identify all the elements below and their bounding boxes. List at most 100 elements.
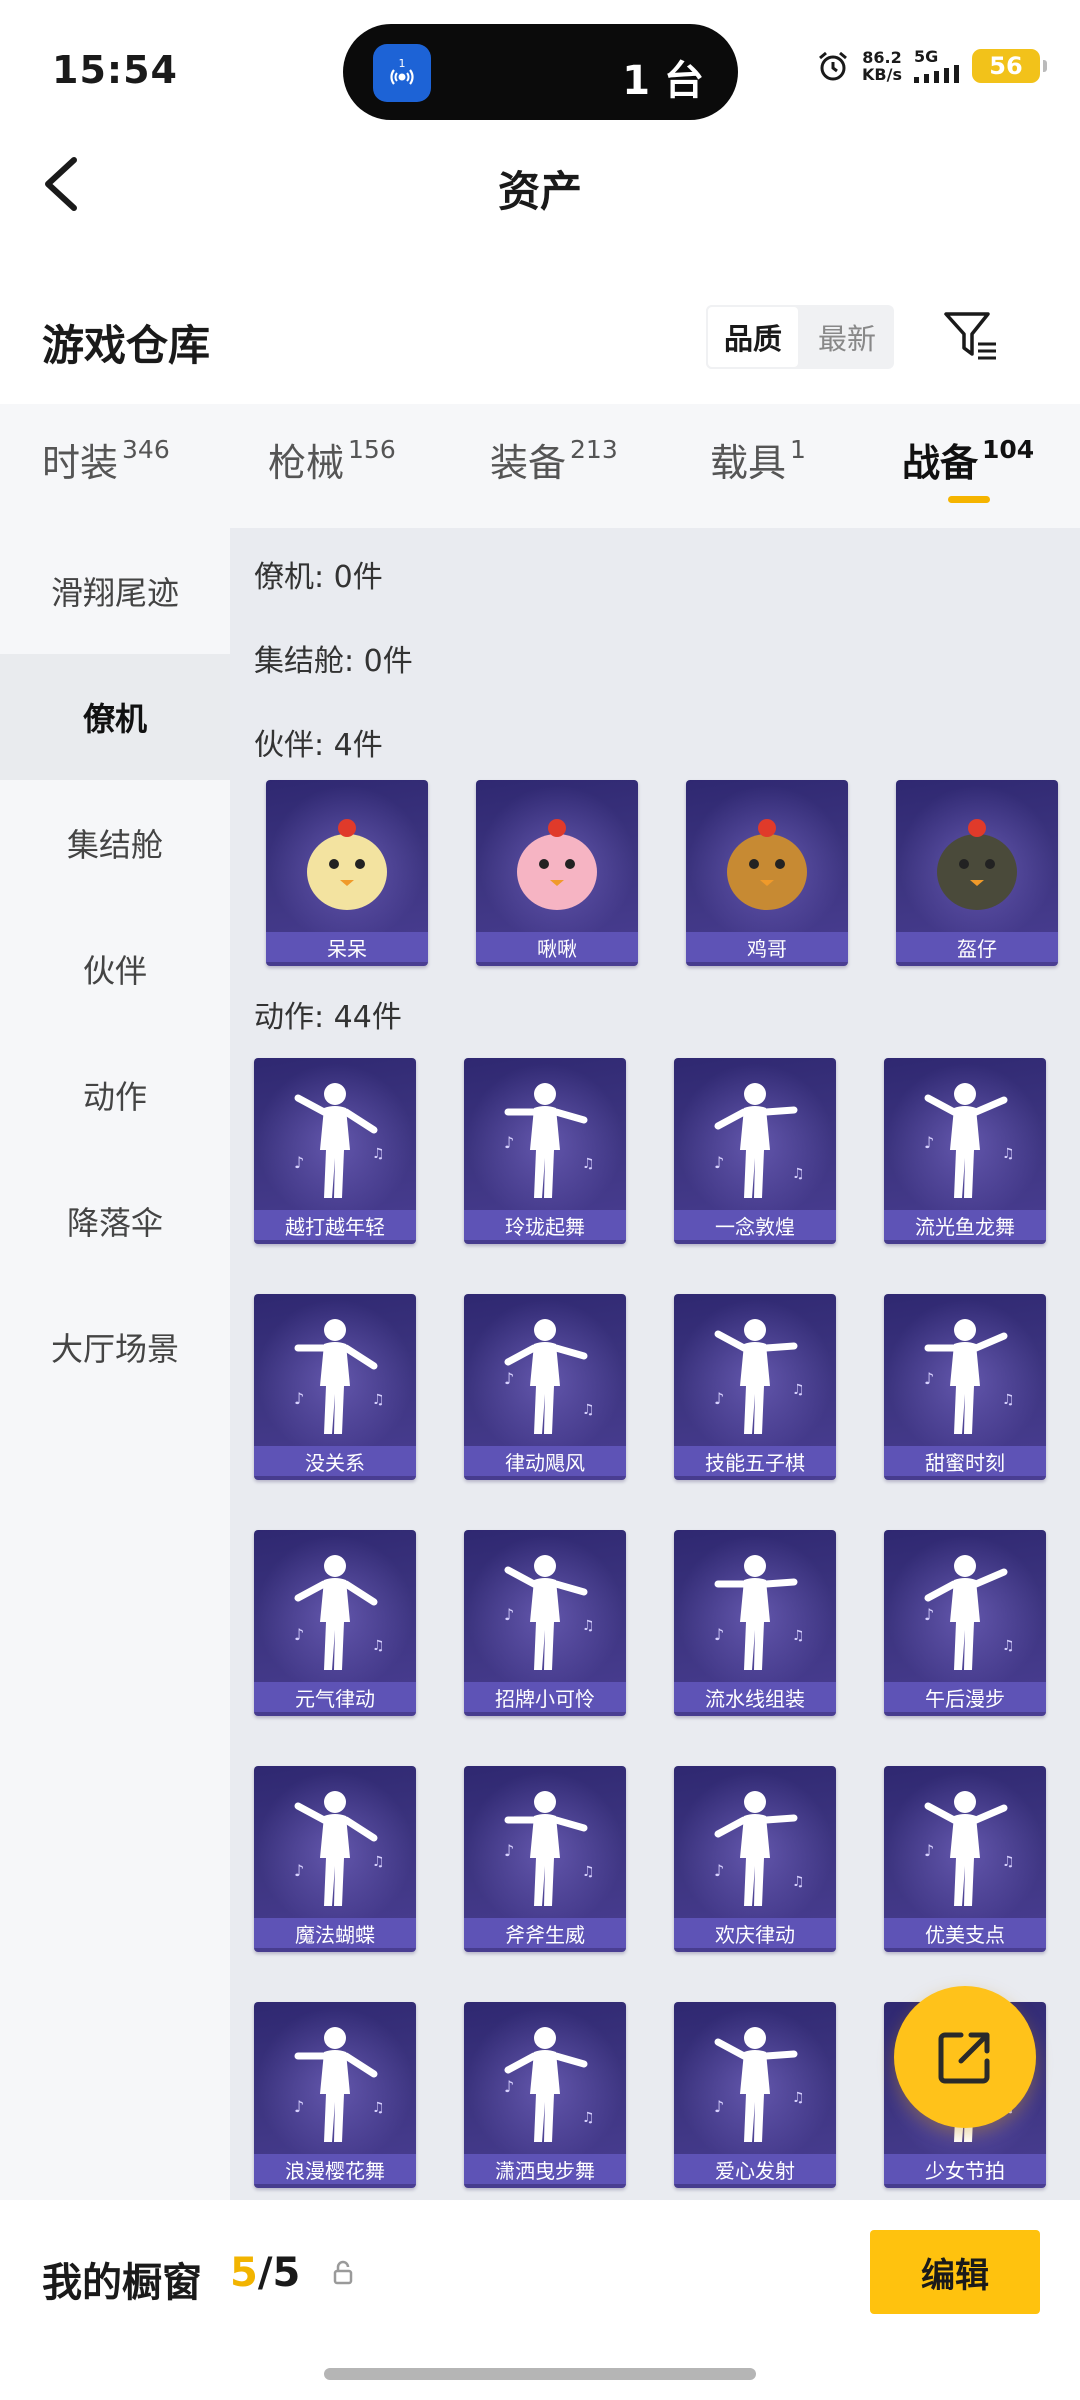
tab-count: 213 <box>570 435 618 464</box>
emote-name: 斧斧生威 <box>464 1918 626 1948</box>
dynamic-island[interactable]: 1 1 台 <box>343 24 738 120</box>
partner-card[interactable]: 鸡哥 <box>686 780 848 966</box>
svg-text:♫: ♫ <box>372 1146 385 1162</box>
section-wingman-count: 僚机: 0件 <box>254 560 383 595</box>
svg-text:♪: ♪ <box>294 1625 304 1644</box>
sidebar-item-glide-trail[interactable]: 滑翔尾迹 <box>0 528 230 654</box>
partner-card[interactable]: 啾啾 <box>476 780 638 966</box>
sidebar-item-wingman[interactable]: 僚机 <box>0 654 230 780</box>
partner-art-icon <box>937 819 1017 910</box>
dancer-silhouette-icon: ♪♫ <box>294 1319 385 1434</box>
emote-card[interactable]: ♪ ♫ 越打越年轻 <box>254 1058 416 1244</box>
emote-card[interactable]: ♪ ♫ 爱心发射 <box>674 2002 836 2188</box>
dancer-silhouette-icon: ♪♫ <box>504 2027 595 2142</box>
svg-text:♪: ♪ <box>294 1389 304 1408</box>
svg-text:♪: ♪ <box>714 2097 724 2116</box>
emote-name: 流光鱼龙舞 <box>884 1210 1046 1240</box>
showcase-separator: / <box>257 2250 273 2296</box>
dancer-silhouette-icon: ♪♫ <box>714 2027 805 2142</box>
home-indicator[interactable] <box>324 2368 756 2380</box>
svg-text:♫: ♫ <box>1002 1854 1015 1870</box>
sidebar-item-rally-pod[interactable]: 集结舱 <box>0 780 230 906</box>
sidebar-item-parachute[interactable]: 降落伞 <box>0 1158 230 1284</box>
emote-card[interactable]: ♪ ♫ 元气律动 <box>254 1530 416 1716</box>
sidebar-item-emote[interactable]: 动作 <box>0 1032 230 1158</box>
emote-name: 魔法蝴蝶 <box>254 1918 416 1948</box>
emote-name: 元气律动 <box>254 1682 416 1712</box>
tab-label: 装备 <box>490 441 567 485</box>
dancer-silhouette-icon: ♪♫ <box>924 1791 1015 1906</box>
svg-text:♫: ♫ <box>582 1864 595 1880</box>
tab-equipment[interactable]: 装备 213 <box>490 432 618 487</box>
status-indicators: 86.2 KB/s 5G 56 <box>816 47 1047 83</box>
svg-text:♫: ♫ <box>372 2100 385 2116</box>
sort-quality-button[interactable]: 品质 <box>706 305 800 369</box>
section-rally-pod-count: 集结舱: 0件 <box>254 644 413 679</box>
emote-card[interactable]: ♪ ♫ 流光鱼龙舞 <box>884 1058 1046 1244</box>
svg-text:♪: ♪ <box>714 1153 724 1172</box>
emote-card[interactable]: ♪ ♫ 玲珑起舞 <box>464 1058 626 1244</box>
partner-name: 鸡哥 <box>686 932 848 962</box>
svg-text:♫: ♫ <box>372 1392 385 1408</box>
emote-card[interactable]: ♪ ♫ 欢庆律动 <box>674 1766 836 1952</box>
lock-icon <box>333 2260 353 2285</box>
dancer-silhouette-icon: ♪♫ <box>924 1083 1015 1198</box>
svg-text:♪: ♪ <box>714 1389 724 1408</box>
emote-card[interactable]: ♪ ♫ 没关系 <box>254 1294 416 1480</box>
net-speed-value: 86.2 <box>862 47 902 67</box>
showcase-current: 5 <box>230 2250 258 2296</box>
tab-count: 156 <box>348 435 396 464</box>
svg-text:♫: ♫ <box>792 1382 805 1398</box>
tab-guns[interactable]: 枪械 156 <box>268 432 396 487</box>
sort-newest-button[interactable]: 最新 <box>800 305 894 369</box>
sidebar: 滑翔尾迹 僚机 集结舱 伙伴 动作 降落伞 大厅场景 <box>0 528 230 2200</box>
dancer-silhouette-icon: ♪♫ <box>294 2027 385 2142</box>
status-time: 15:54 <box>52 48 178 92</box>
item-grid-panel[interactable]: 僚机: 0件 集结舱: 0件 伙伴: 4件 呆呆 啾啾 鸡哥 盔仔 动作: 44件 ♪… <box>230 528 1080 2200</box>
emote-card[interactable]: ♪ ♫ 技能五子棋 <box>674 1294 836 1480</box>
emote-card[interactable]: ♪ ♫ 一念敦煌 <box>674 1058 836 1244</box>
svg-text:♪: ♪ <box>294 2097 304 2116</box>
emote-name: 律动飓风 <box>464 1446 626 1476</box>
emote-name: 优美支点 <box>884 1918 1046 1948</box>
svg-text:♫: ♫ <box>1002 1146 1015 1162</box>
edit-button[interactable]: 编辑 <box>870 2230 1040 2314</box>
tab-label: 枪械 <box>268 441 345 485</box>
tab-vehicles[interactable]: 载具 1 <box>710 432 806 487</box>
emote-card[interactable]: ♪ ♫ 优美支点 <box>884 1766 1046 1952</box>
dancer-silhouette-icon: ♪♫ <box>294 1083 385 1198</box>
share-external-icon <box>938 2032 990 2084</box>
sidebar-item-partner[interactable]: 伙伴 <box>0 906 230 1032</box>
tab-fashion[interactable]: 时装 346 <box>42 432 170 487</box>
emote-card[interactable]: ♪ ♫ 流水线组装 <box>674 1530 836 1716</box>
emote-card[interactable]: ♪ ♫ 潇洒曳步舞 <box>464 2002 626 2188</box>
emote-card[interactable]: ♪ ♫ 招牌小可怜 <box>464 1530 626 1716</box>
sidebar-item-lobby-scene[interactable]: 大厅场景 <box>0 1284 230 1410</box>
partner-card[interactable]: 呆呆 <box>266 780 428 966</box>
share-fab[interactable] <box>894 1986 1036 2128</box>
emote-card[interactable]: ♪ ♫ 魔法蝴蝶 <box>254 1766 416 1952</box>
emote-card[interactable]: ♪ ♫ 律动飓风 <box>464 1294 626 1480</box>
emote-name: 没关系 <box>254 1446 416 1476</box>
tab-count: 346 <box>122 435 170 464</box>
svg-text:♫: ♫ <box>792 1628 805 1644</box>
svg-text:♫: ♫ <box>792 1874 805 1890</box>
broadcast-app-icon: 1 <box>373 44 431 102</box>
partner-art-icon <box>727 819 807 910</box>
island-device-count: 1 台 <box>622 58 704 104</box>
emote-name: 午后漫步 <box>884 1682 1046 1712</box>
emote-card[interactable]: ♪ ♫ 甜蜜时刻 <box>884 1294 1046 1480</box>
filter-icon[interactable] <box>942 310 1000 364</box>
emote-card[interactable]: ♪ ♫ 午后漫步 <box>884 1530 1046 1716</box>
emote-card[interactable]: ♪ ♫ 浪漫樱花舞 <box>254 2002 416 2188</box>
warehouse-title: 游戏仓库 <box>42 321 211 370</box>
showcase-total: 5 <box>272 2250 301 2296</box>
partner-name: 啾啾 <box>476 932 638 962</box>
svg-text:♪: ♪ <box>924 1605 934 1624</box>
partner-card[interactable]: 盔仔 <box>896 780 1058 966</box>
emote-name: 招牌小可怜 <box>464 1682 626 1712</box>
tab-battle-prep[interactable]: 战备 104 <box>902 432 1034 487</box>
svg-text:♫: ♫ <box>792 1166 805 1182</box>
dancer-silhouette-icon: ♪♫ <box>504 1083 595 1198</box>
emote-card[interactable]: ♪ ♫ 斧斧生威 <box>464 1766 626 1952</box>
